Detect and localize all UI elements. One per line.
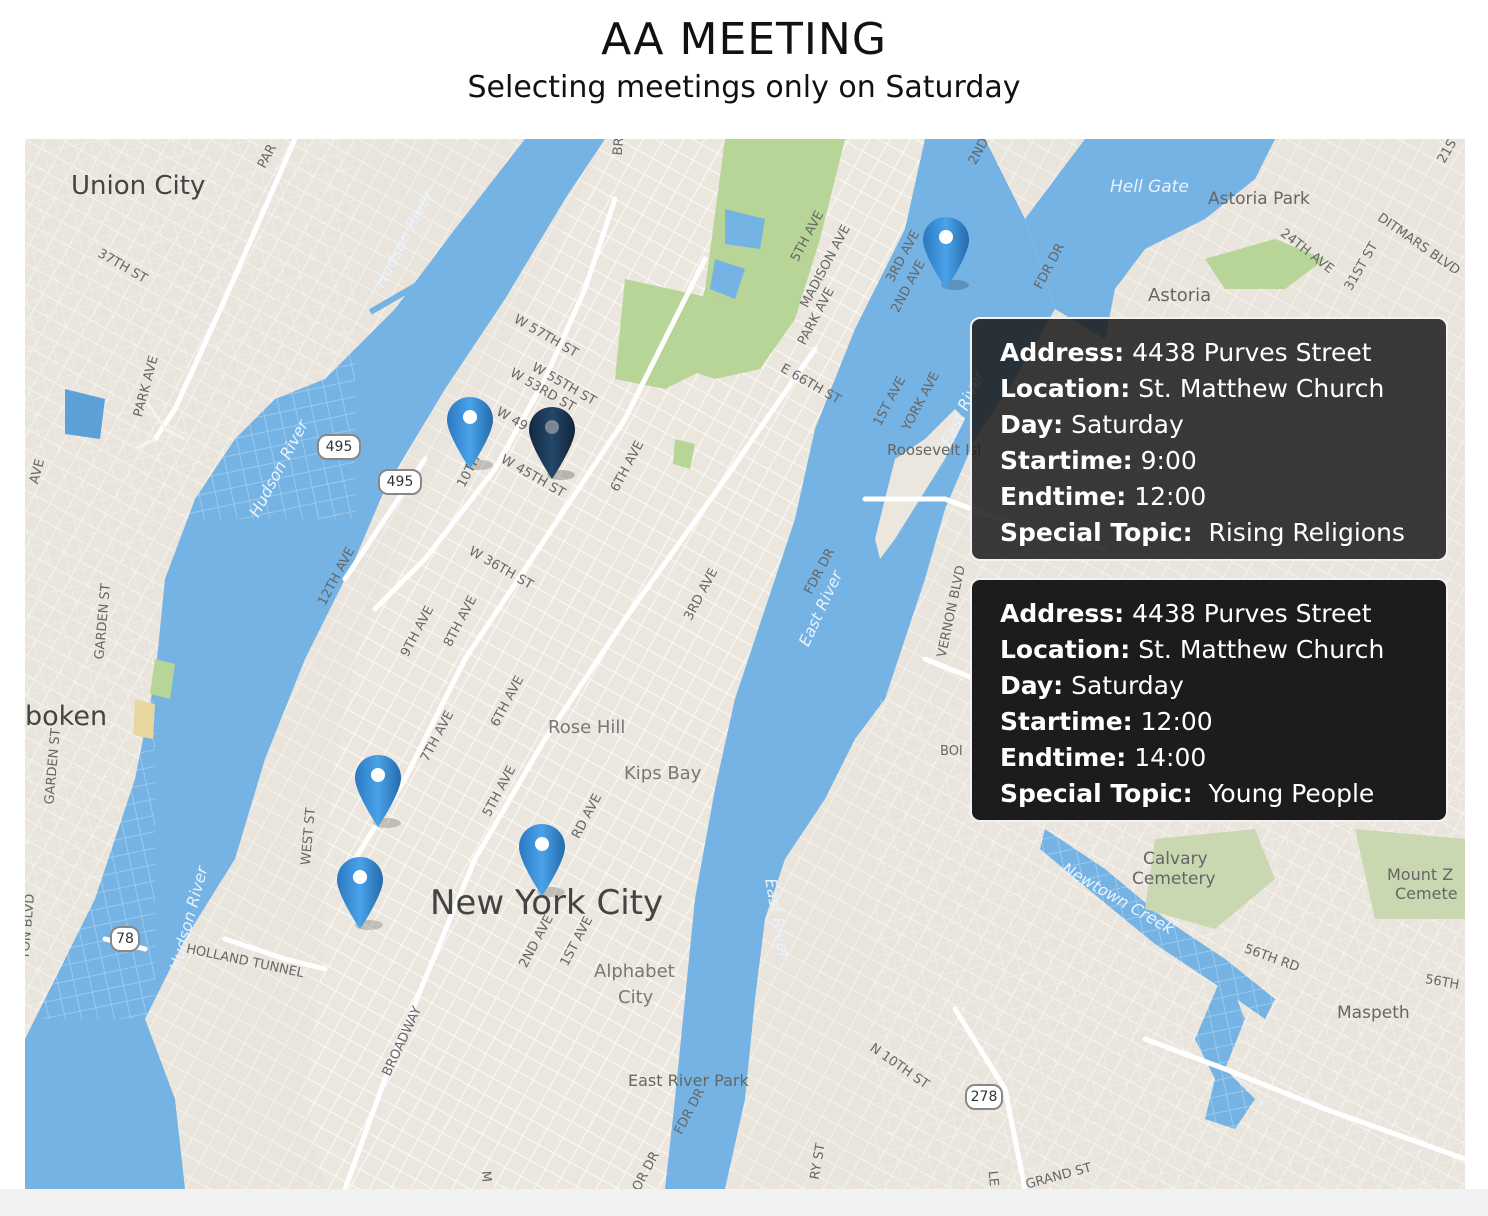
popup-row-topic: Special Topic: Rising Religions [1000, 515, 1426, 551]
popup-label: Endtime: [1000, 743, 1127, 772]
highway-shield-78: 78 [110, 926, 140, 952]
popup-label: Location: [1000, 374, 1131, 403]
popup-row-address: Address: 4438 Purves Street [1000, 596, 1426, 632]
popup-row-day: Day: Saturday [1000, 668, 1426, 704]
popup-label: Startime: [1000, 446, 1133, 475]
popup-label: Day: [1000, 410, 1064, 439]
popup-value-topic: Young People [1208, 779, 1375, 808]
map-marker-icon [923, 217, 969, 290]
popup-row-topic: Special Topic: Young People [1000, 776, 1426, 812]
popup-value-location: St. Matthew Church [1138, 374, 1385, 403]
map-marker-icon [337, 857, 383, 930]
map[interactable]: Union City boken New York City Astoria A… [25, 139, 1465, 1189]
marker-east-village[interactable] [517, 822, 567, 898]
popup-value-start: 12:00 [1140, 707, 1213, 736]
popup-label: Day: [1000, 671, 1064, 700]
marker-west-village[interactable] [335, 855, 385, 931]
popup-row-address: Address: 4438 Purves Street [1000, 335, 1426, 371]
page-title: AA MEETING [601, 14, 887, 65]
marker-chelsea[interactable] [353, 753, 403, 829]
meeting-info-popup-2: Address: 4438 Purves Street Location: St… [970, 578, 1448, 822]
popup-row-day: Day: Saturday [1000, 407, 1426, 443]
marker-upper-east[interactable] [921, 215, 971, 291]
popup-label: Location: [1000, 635, 1131, 664]
popup-label: Address: [1000, 338, 1125, 367]
popup-value-day: Saturday [1071, 410, 1184, 439]
popup-label: Special Topic: [1000, 518, 1193, 547]
popup-value-end: 12:00 [1134, 482, 1207, 511]
popup-row-end: Endtime: 12:00 [1000, 479, 1426, 515]
page-subtitle: Selecting meetings only on Saturday [467, 70, 1021, 105]
popup-value-location: St. Matthew Church [1138, 635, 1385, 664]
highway-shield-495-a: 495 [317, 434, 361, 460]
map-marker-icon [355, 755, 401, 828]
map-marker-selected-icon [529, 407, 575, 480]
popup-value-address: 4438 Purves Street [1132, 599, 1372, 628]
popup-row-end: Endtime: 14:00 [1000, 740, 1426, 776]
popup-label: Address: [1000, 599, 1125, 628]
popup-value-day: Saturday [1071, 671, 1184, 700]
popup-value-topic: Rising Religions [1208, 518, 1405, 547]
popup-label: Endtime: [1000, 482, 1127, 511]
popup-row-location: Location: St. Matthew Church [1000, 371, 1426, 407]
highway-shield-495-b: 495 [378, 469, 422, 495]
meeting-info-popup-1: Address: 4438 Purves Street Location: St… [970, 317, 1448, 561]
popup-row-start: Startime: 9:00 [1000, 443, 1426, 479]
page-footer-bar [0, 1189, 1488, 1216]
highway-shield-278: 278 [965, 1084, 1003, 1110]
map-marker-icon [447, 397, 493, 470]
popup-label: Special Topic: [1000, 779, 1193, 808]
popup-row-location: Location: St. Matthew Church [1000, 632, 1426, 668]
popup-row-start: Startime: 12:00 [1000, 704, 1426, 740]
popup-value-address: 4438 Purves Street [1132, 338, 1372, 367]
map-marker-icon [519, 824, 565, 897]
popup-value-start: 9:00 [1140, 446, 1197, 475]
popup-value-end: 14:00 [1134, 743, 1207, 772]
marker-hells-kitchen[interactable] [445, 395, 495, 471]
marker-times-square[interactable] [527, 405, 577, 481]
popup-label: Startime: [1000, 707, 1133, 736]
